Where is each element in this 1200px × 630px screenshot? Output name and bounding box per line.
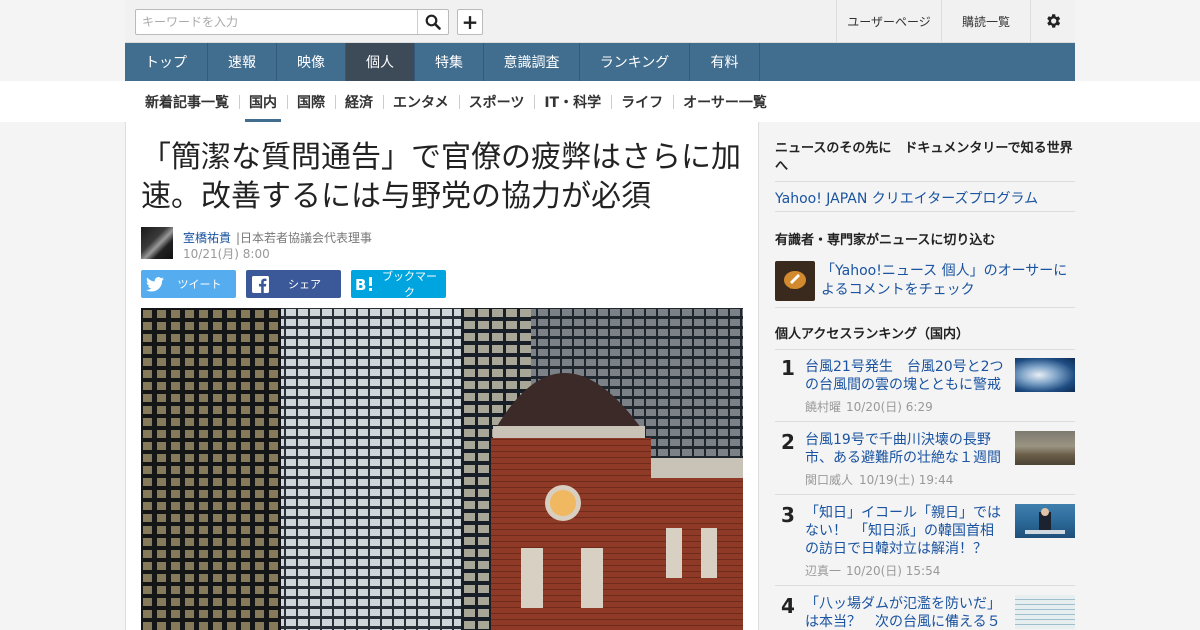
rank-thumbnail <box>1015 504 1075 538</box>
search-icon <box>425 14 441 30</box>
plus-icon: + <box>461 10 479 34</box>
ranking-item[interactable]: 2 台風19号で千曲川決壊の長野市、ある避難所の壮絶な１週間 関口威人 10/1… <box>775 422 1075 495</box>
subnav-entertainment[interactable]: エンタメ <box>383 81 459 122</box>
subnav-domestic[interactable]: 国内 <box>239 81 287 122</box>
twitter-icon <box>141 276 169 292</box>
hatena-bookmark-button[interactable]: B ブックマーク <box>351 270 446 299</box>
search-input[interactable] <box>136 10 418 34</box>
facebook-share-button[interactable]: シェア <box>246 270 341 298</box>
comment-icon[interactable] <box>775 261 815 301</box>
rank-date: 10/19(土) 19:44 <box>859 473 954 487</box>
tweet-label: ツイート <box>177 278 222 291</box>
subnav-international[interactable]: 国際 <box>287 81 335 122</box>
nav-paid[interactable]: 有料 <box>690 43 760 81</box>
nav-video[interactable]: 映像 <box>277 43 346 81</box>
divider <box>775 181 1075 182</box>
expert-comment-link[interactable]: 「Yahoo!ニュース 個人」のオーサーによるコメントをチェック <box>821 262 1073 300</box>
promo-heading: ニュースのその先に ドキュメンタリーで知る世界へ <box>775 141 1073 174</box>
search-box <box>135 9 449 35</box>
nav-individual[interactable]: 個人 <box>346 43 415 81</box>
rank-number: 3 <box>781 503 795 527</box>
rank-number: 1 <box>781 356 795 380</box>
user-page-link[interactable]: ユーザーページ <box>836 0 941 42</box>
rank-date: 10/20(日) 6:29 <box>846 400 933 414</box>
rank-thumbnail <box>1015 358 1075 392</box>
subnav-latest[interactable]: 新着記事一覧 <box>135 81 239 122</box>
subnav-authors[interactable]: オーサー一覧 <box>673 81 777 122</box>
rank-author: 辺真一 <box>805 564 842 578</box>
expert-heading: 有識者・専門家がニュースに切り込む <box>775 233 996 248</box>
ranking-item[interactable]: 1 台風21号発生 台風20号と2つの台風間の雲の塊とともに警戒 饒村曜 10/… <box>775 350 1075 422</box>
subnav-economy[interactable]: 経済 <box>335 81 383 122</box>
subnav-sports[interactable]: スポーツ <box>458 81 535 122</box>
main-nav: トップ 速報 映像 個人 特集 意識調査 ランキング 有料 <box>125 43 1075 81</box>
rank-title-link[interactable]: 台風21号発生 台風20号と2つの台風間の雲の塊とともに警戒 <box>805 358 1005 394</box>
search-button[interactable] <box>417 10 448 34</box>
hatena-bookmark-icon: B <box>351 276 379 292</box>
divider <box>775 307 1075 308</box>
ranking-heading: 個人アクセスランキング（国内） <box>775 327 969 342</box>
settings-button[interactable] <box>1030 0 1075 42</box>
add-button[interactable]: + <box>457 9 483 35</box>
hatena-bookmark-label: ブックマーク <box>382 270 437 299</box>
svg-text:B: B <box>355 276 366 292</box>
facebook-icon <box>246 275 274 293</box>
rank-thumbnail <box>1015 431 1075 465</box>
nav-feature[interactable]: 特集 <box>415 43 484 81</box>
nav-ranking[interactable]: ランキング <box>580 43 690 81</box>
tweet-button[interactable]: ツイート <box>141 270 236 298</box>
creators-program-link[interactable]: Yahoo! JAPAN クリエイターズプログラム <box>775 188 1038 208</box>
article-hero-image <box>141 308 743 630</box>
nav-top[interactable]: トップ <box>125 43 208 81</box>
facebook-share-label: シェア <box>288 278 321 291</box>
divider <box>775 211 1075 212</box>
author-name[interactable]: 室橋祐貴 <box>183 229 231 246</box>
sub-nav: 新着記事一覧 国内 国際 経済 エンタメ スポーツ IT・科学 ライフ オーサー… <box>135 81 777 122</box>
ranking-item[interactable]: 3 「知日」イコール「親日」ではない！ 「知日派」の韓国首相の訪日で日韓対立は解… <box>775 495 1075 586</box>
article-date: 10/21(月) 8:00 <box>183 247 270 261</box>
nav-breaking[interactable]: 速報 <box>208 43 277 81</box>
rank-number: 4 <box>781 594 795 618</box>
rank-title-link[interactable]: 「八ッ場ダムが氾濫を防いだ」は本当？ 次の台風に備える５ <box>805 595 1005 630</box>
rank-author: 関口威人 <box>805 473 854 487</box>
author-role: |日本若者協議会代表理事 <box>236 231 373 245</box>
subnav-it-science[interactable]: IT・科学 <box>534 81 611 122</box>
nav-survey[interactable]: 意識調査 <box>484 43 580 81</box>
gear-icon <box>1047 14 1061 28</box>
author-avatar[interactable] <box>141 227 173 259</box>
rank-number: 2 <box>781 430 795 454</box>
header-links: ユーザーページ 購読一覧 <box>836 0 1075 42</box>
subscriptions-link[interactable]: 購読一覧 <box>941 0 1030 42</box>
sub-nav-bar: 新着記事一覧 国内 国際 経済 エンタメ スポーツ IT・科学 ライフ オーサー… <box>0 81 1200 122</box>
rank-author: 饒村曜 <box>805 400 842 414</box>
subnav-life[interactable]: ライフ <box>611 81 673 122</box>
rank-title-link[interactable]: 台風19号で千曲川決壊の長野市、ある避難所の壮絶な１週間 <box>805 431 1005 467</box>
rank-thumbnail <box>1015 595 1075 629</box>
article-headline: 「簡潔な質問通告」で官僚の疲弊はさらに加速。改善するには与野党の協力が必須 <box>141 140 741 214</box>
top-bar: + ユーザーページ 購読一覧 <box>125 0 1075 43</box>
ranking-item[interactable]: 4 「八ッ場ダムが氾濫を防いだ」は本当？ 次の台風に備える５ <box>775 586 1075 630</box>
rank-title-link[interactable]: 「知日」イコール「親日」ではない！ 「知日派」の韓国首相の訪日で日韓対立は解消！… <box>805 504 1005 558</box>
rank-date: 10/20(日) 15:54 <box>846 564 941 578</box>
article: 「簡潔な質問通告」で官僚の疲弊はさらに加速。改善するには与野党の協力が必須 室橋… <box>125 122 759 630</box>
